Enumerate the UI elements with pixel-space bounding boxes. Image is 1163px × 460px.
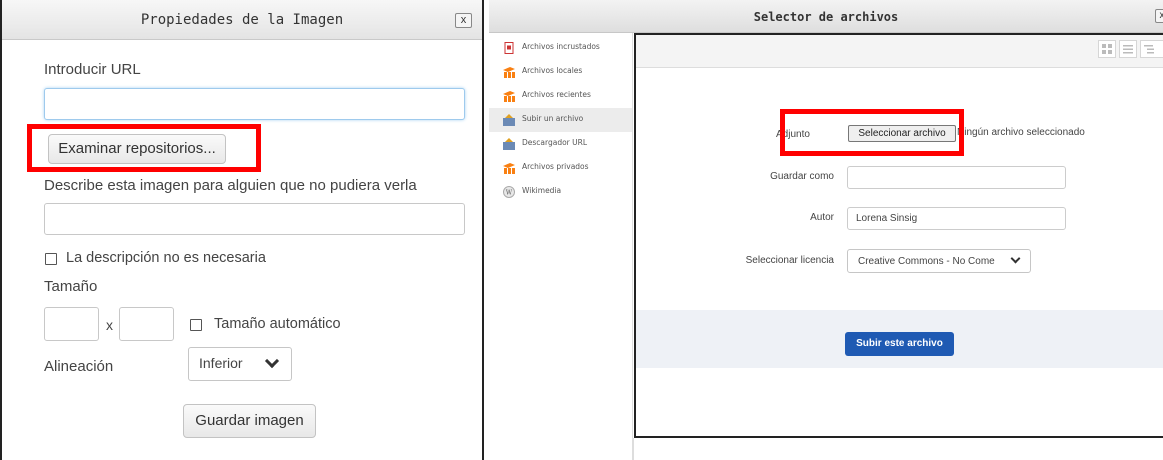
moodle-icon (503, 67, 515, 78)
sidebar-item-label: Wikimedia (522, 186, 562, 195)
url-input[interactable] (44, 88, 465, 120)
no-file-selected-text: Ningún archivo seleccionado (956, 127, 1085, 138)
size-separator: x (106, 317, 113, 333)
sidebar-item-label: Subir un archivo (522, 114, 584, 123)
embedded-files-icon (504, 42, 514, 54)
close-icon[interactable]: x (1155, 9, 1163, 23)
auto-size-label: Tamaño automático (214, 316, 341, 332)
save-as-input[interactable] (847, 166, 1066, 189)
dialog-titlebar[interactable]: Propiedades de la Imagen x (2, 0, 482, 40)
moodle-icon (503, 91, 515, 102)
file-picker-title: Selector de archivos (753, 10, 899, 24)
license-label: Seleccionar licencia (745, 255, 834, 266)
description-input[interactable] (44, 203, 465, 235)
highlight-box (780, 109, 964, 156)
alignment-value: Inferior (199, 355, 243, 371)
sidebar-item-label: Archivos privados (522, 162, 589, 171)
license-value: Creative Commons - No Come (858, 256, 995, 267)
sidebar-item-embedded-files[interactable]: Archivos incrustados (489, 36, 633, 60)
url-download-icon (503, 138, 515, 150)
sidebar-item-private-files[interactable]: Archivos privados (489, 156, 633, 180)
sidebar-item-label: Descargador URL (522, 138, 588, 147)
chevron-down-icon (1010, 253, 1021, 264)
url-label: Introducir URL (44, 61, 141, 78)
sidebar-item-local-files[interactable]: Archivos locales (489, 60, 633, 84)
sidebar-item-label: Archivos locales (522, 66, 583, 75)
auto-size-checkbox[interactable] (190, 319, 202, 331)
icon-view-icon[interactable] (1098, 40, 1116, 58)
author-input[interactable] (847, 207, 1066, 230)
image-properties-dialog: Propiedades de la Imagen x Introducir UR… (0, 0, 484, 460)
chevron-down-icon (264, 353, 280, 369)
svg-text:W: W (506, 190, 513, 197)
close-icon[interactable]: x (455, 13, 472, 28)
list-view-icon[interactable] (1119, 40, 1137, 58)
author-label: Autor (810, 212, 834, 223)
width-input[interactable] (44, 307, 99, 341)
sidebar-item-wikimedia[interactable]: W Wikimedia (489, 180, 633, 204)
save-as-label: Guardar como (770, 171, 834, 182)
sidebar-item-label: Archivos recientes (522, 90, 591, 99)
view-toolbar (636, 35, 1163, 68)
size-label: Tamaño (44, 278, 98, 295)
upload-icon (503, 114, 515, 126)
description-label: Describe esta imagen para alguien que no… (44, 177, 417, 194)
file-picker-titlebar[interactable]: Selector de archivos x (489, 0, 1163, 33)
sidebar-item-upload[interactable]: Subir un archivo (489, 108, 633, 132)
dialog-title: Propiedades de la Imagen (140, 12, 344, 28)
decorative-checkbox[interactable] (45, 253, 57, 265)
wikimedia-icon: W (503, 186, 515, 198)
alignment-select[interactable]: Inferior (188, 347, 292, 381)
sidebar-item-label: Archivos incrustados (522, 42, 600, 51)
moodle-icon (503, 163, 515, 174)
sidebar-divider (632, 33, 633, 460)
sidebar-item-recent-files[interactable]: Archivos recientes (489, 84, 633, 108)
upload-file-button[interactable]: Subir este archivo (845, 332, 954, 356)
tree-view-icon[interactable] (1140, 40, 1163, 58)
decorative-label: La descripción no es necesaria (66, 250, 266, 266)
alignment-label: Alineación (44, 358, 114, 375)
save-image-button[interactable]: Guardar imagen (183, 404, 316, 438)
upload-panel: Adjunto Seleccionar archivo Ningún archi… (634, 33, 1163, 438)
license-select[interactable]: Creative Commons - No Come (847, 249, 1031, 273)
file-picker-dialog: Selector de archivos x Archivos incrusta… (489, 0, 1163, 460)
height-input[interactable] (119, 307, 174, 341)
sidebar-divider-bottom (633, 438, 634, 460)
repository-sidebar: Archivos incrustados Archivos locales Ar… (489, 33, 633, 460)
sidebar-item-url-downloader[interactable]: Descargador URL (489, 132, 633, 156)
highlight-box (27, 124, 261, 172)
